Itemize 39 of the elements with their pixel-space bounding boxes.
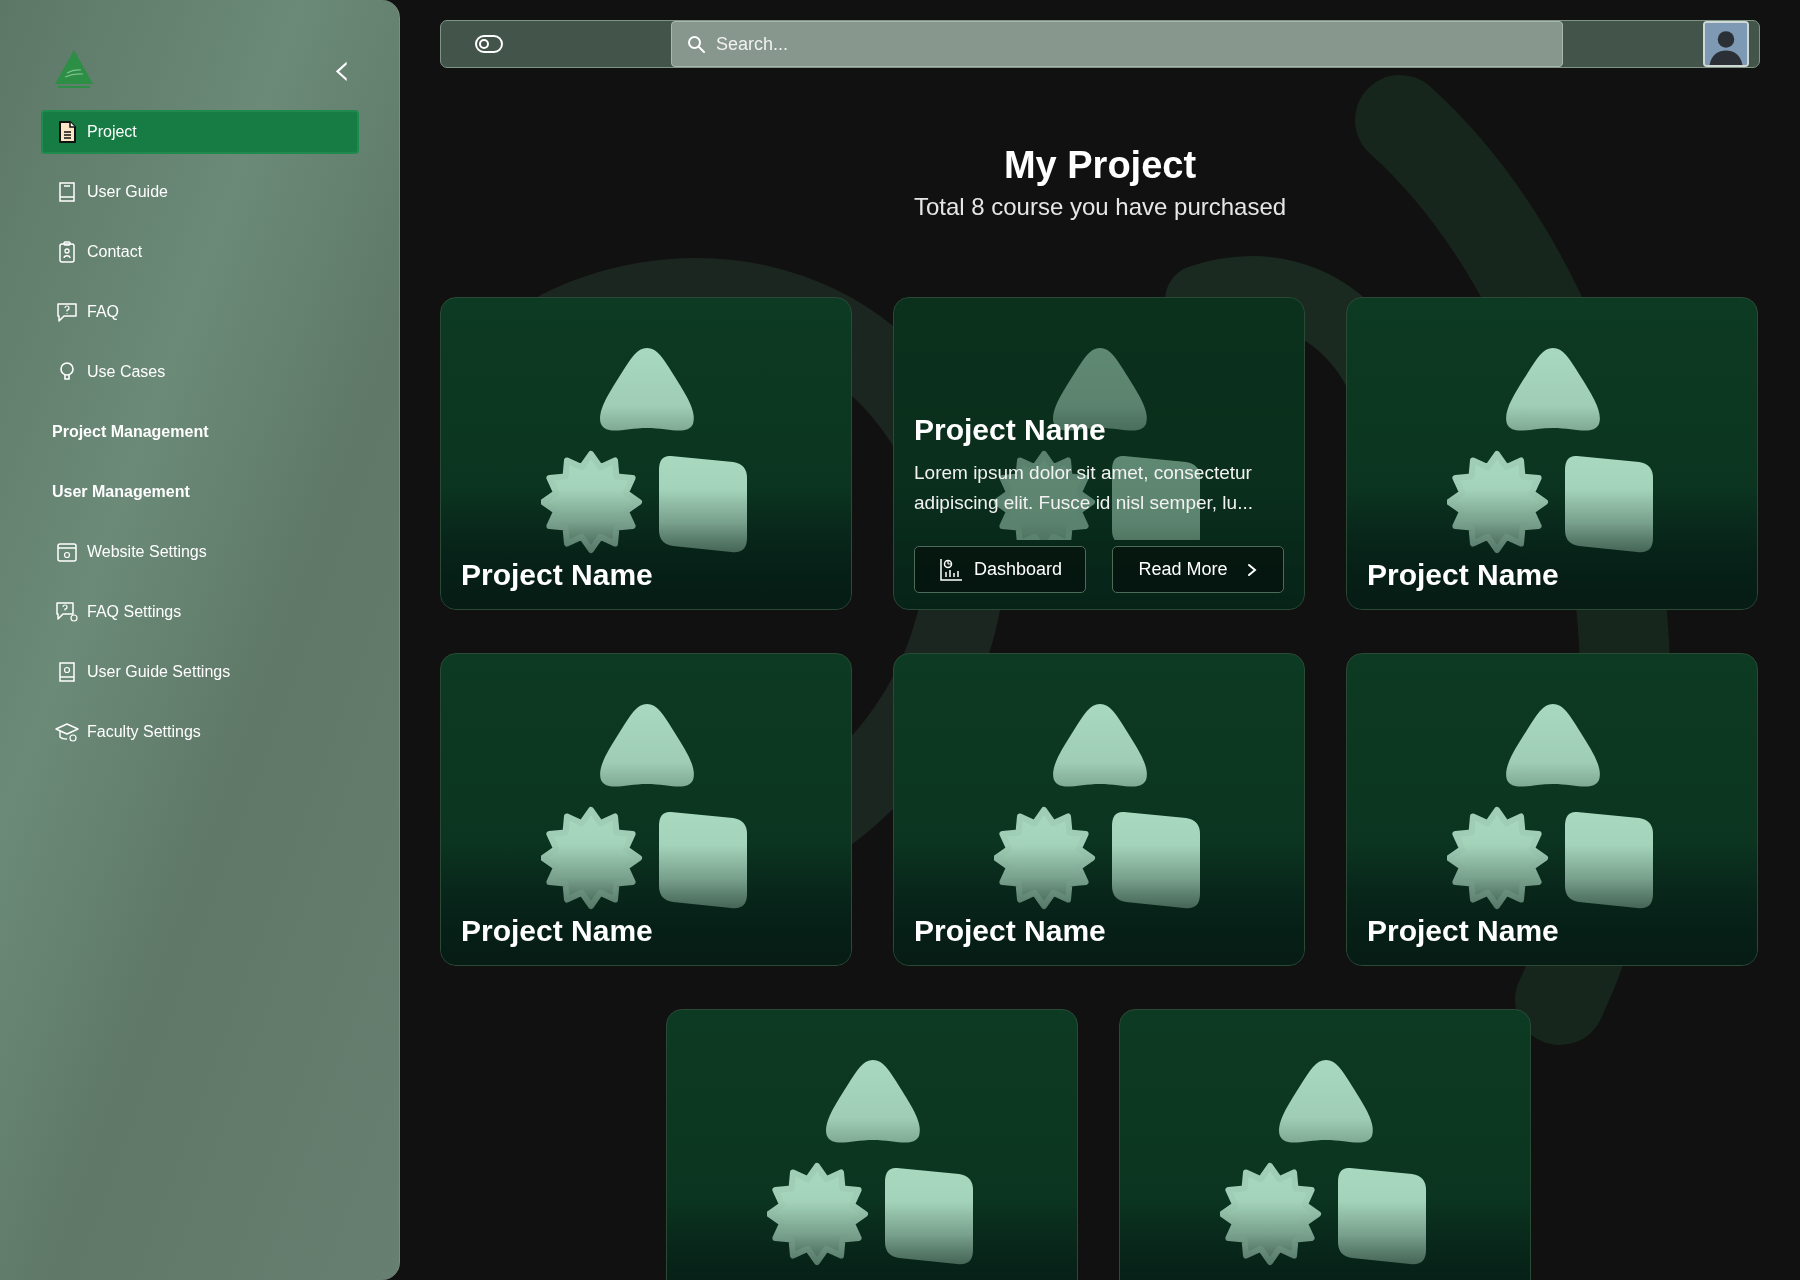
card-title: Project Name — [1367, 557, 1560, 593]
sidebar-item[interactable]: Contact — [41, 230, 359, 274]
card-title: Project Name — [914, 412, 1107, 448]
sidebar-item[interactable]: Use Cases — [41, 350, 359, 394]
sidebar-item[interactable]: User Guide — [41, 170, 359, 214]
sidebar-item[interactable]: Project — [41, 110, 359, 154]
sidebar-item[interactable]: User Management — [41, 470, 359, 514]
read-more-button[interactable]: Read More — [1112, 546, 1284, 593]
avatar[interactable] — [1703, 21, 1749, 67]
page-title: My Project — [1003, 144, 1197, 187]
project-card[interactable]: Project Name — [440, 297, 852, 610]
project-card[interactable]: Project Name — [1346, 297, 1758, 610]
toggle-icon[interactable] — [475, 35, 503, 53]
sidebar-item[interactable]: Project Management — [41, 410, 359, 454]
sidebar-item[interactable]: Website Settings — [41, 530, 359, 574]
sidebar-item[interactable]: Faculty Settings — [41, 710, 359, 754]
page-subtitle: Total 8 course you have purchased — [913, 193, 1287, 221]
card-title: Project Name — [461, 557, 654, 593]
dashboard-button[interactable]: Dashboard — [914, 546, 1086, 593]
project-card[interactable]: Project Name — [440, 653, 852, 966]
sidebar-item[interactable]: FAQ — [41, 290, 359, 334]
project-card[interactable] — [666, 1009, 1078, 1280]
search-field[interactable]: Search... — [671, 21, 1563, 67]
card-title: Project Name — [461, 913, 654, 949]
browser-gear-icon — [55, 540, 79, 564]
sidebar-item[interactable]: FAQ Settings — [41, 590, 359, 634]
project-card[interactable] — [1119, 1009, 1531, 1280]
graduation-cap-gear-icon — [55, 720, 79, 744]
logo-icon — [54, 48, 94, 90]
card-title: Project Name — [914, 913, 1107, 949]
chevron-right-icon — [1245, 562, 1258, 577]
project-card[interactable]: Project Name — [1346, 653, 1758, 966]
project-card[interactable]: Project Name — [893, 653, 1305, 966]
chart-icon — [937, 556, 964, 583]
sidebar-item[interactable]: User Guide Settings — [41, 650, 359, 694]
card-title: Project Name — [1367, 913, 1560, 949]
question-bubble-icon — [55, 300, 79, 324]
question-bubble-gear-icon — [55, 600, 79, 624]
collapse-button[interactable]: ‹ — [324, 49, 359, 89]
